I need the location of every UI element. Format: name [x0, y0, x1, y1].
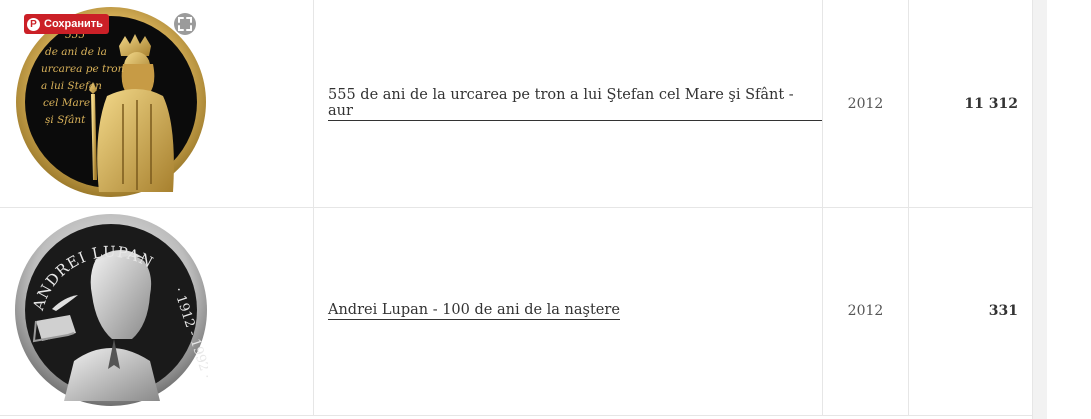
svg-text:de ani de la: de ani de la — [45, 46, 107, 58]
pinterest-save-label: Сохранить — [44, 18, 103, 30]
expand-icon[interactable] — [173, 12, 197, 36]
coin-image-cell: ANDREI LUPAN · 1912 - 1992 · — [0, 207, 313, 415]
coin-name-link[interactable]: 555 de ani de la urcarea pe tron a lui Ş… — [328, 87, 822, 121]
coin-name-link[interactable]: Andrei Lupan - 100 de ani de la naştere — [328, 302, 620, 320]
table-row: ANDREI LUPAN · 1912 - 1992 · Andrei Lupa… — [0, 207, 1032, 416]
scrollbar-gutter[interactable] — [1033, 0, 1047, 419]
pinterest-icon: P — [27, 17, 40, 31]
coin-name-cell: 555 de ani de la urcarea pe tron a lui Ş… — [314, 0, 822, 207]
quantity-cell: 331 — [988, 303, 1018, 319]
year-cell: 2012 — [847, 95, 884, 112]
silver-coin-image[interactable]: ANDREI LUPAN · 1912 - 1992 · — [14, 211, 208, 409]
quantity-cell: 11 312 — [964, 95, 1018, 112]
svg-text:urcarea pe tron: urcarea pe tron — [41, 63, 125, 75]
svg-text:și Sfânt: și Sfânt — [45, 114, 86, 126]
svg-text:cel Mare: cel Mare — [43, 97, 90, 109]
table-row: 555 de ani de la urcarea pe tron a lui Ș… — [0, 0, 1032, 208]
pinterest-save-button[interactable]: P Сохранить — [24, 14, 109, 34]
coin-name-cell: Andrei Lupan - 100 de ani de la naştere — [314, 207, 822, 415]
coins-table: 555 de ani de la urcarea pe tron a lui Ș… — [0, 0, 1033, 419]
year-cell: 2012 — [847, 303, 884, 319]
svg-text:a lui Ștefan: a lui Ștefan — [41, 80, 102, 92]
